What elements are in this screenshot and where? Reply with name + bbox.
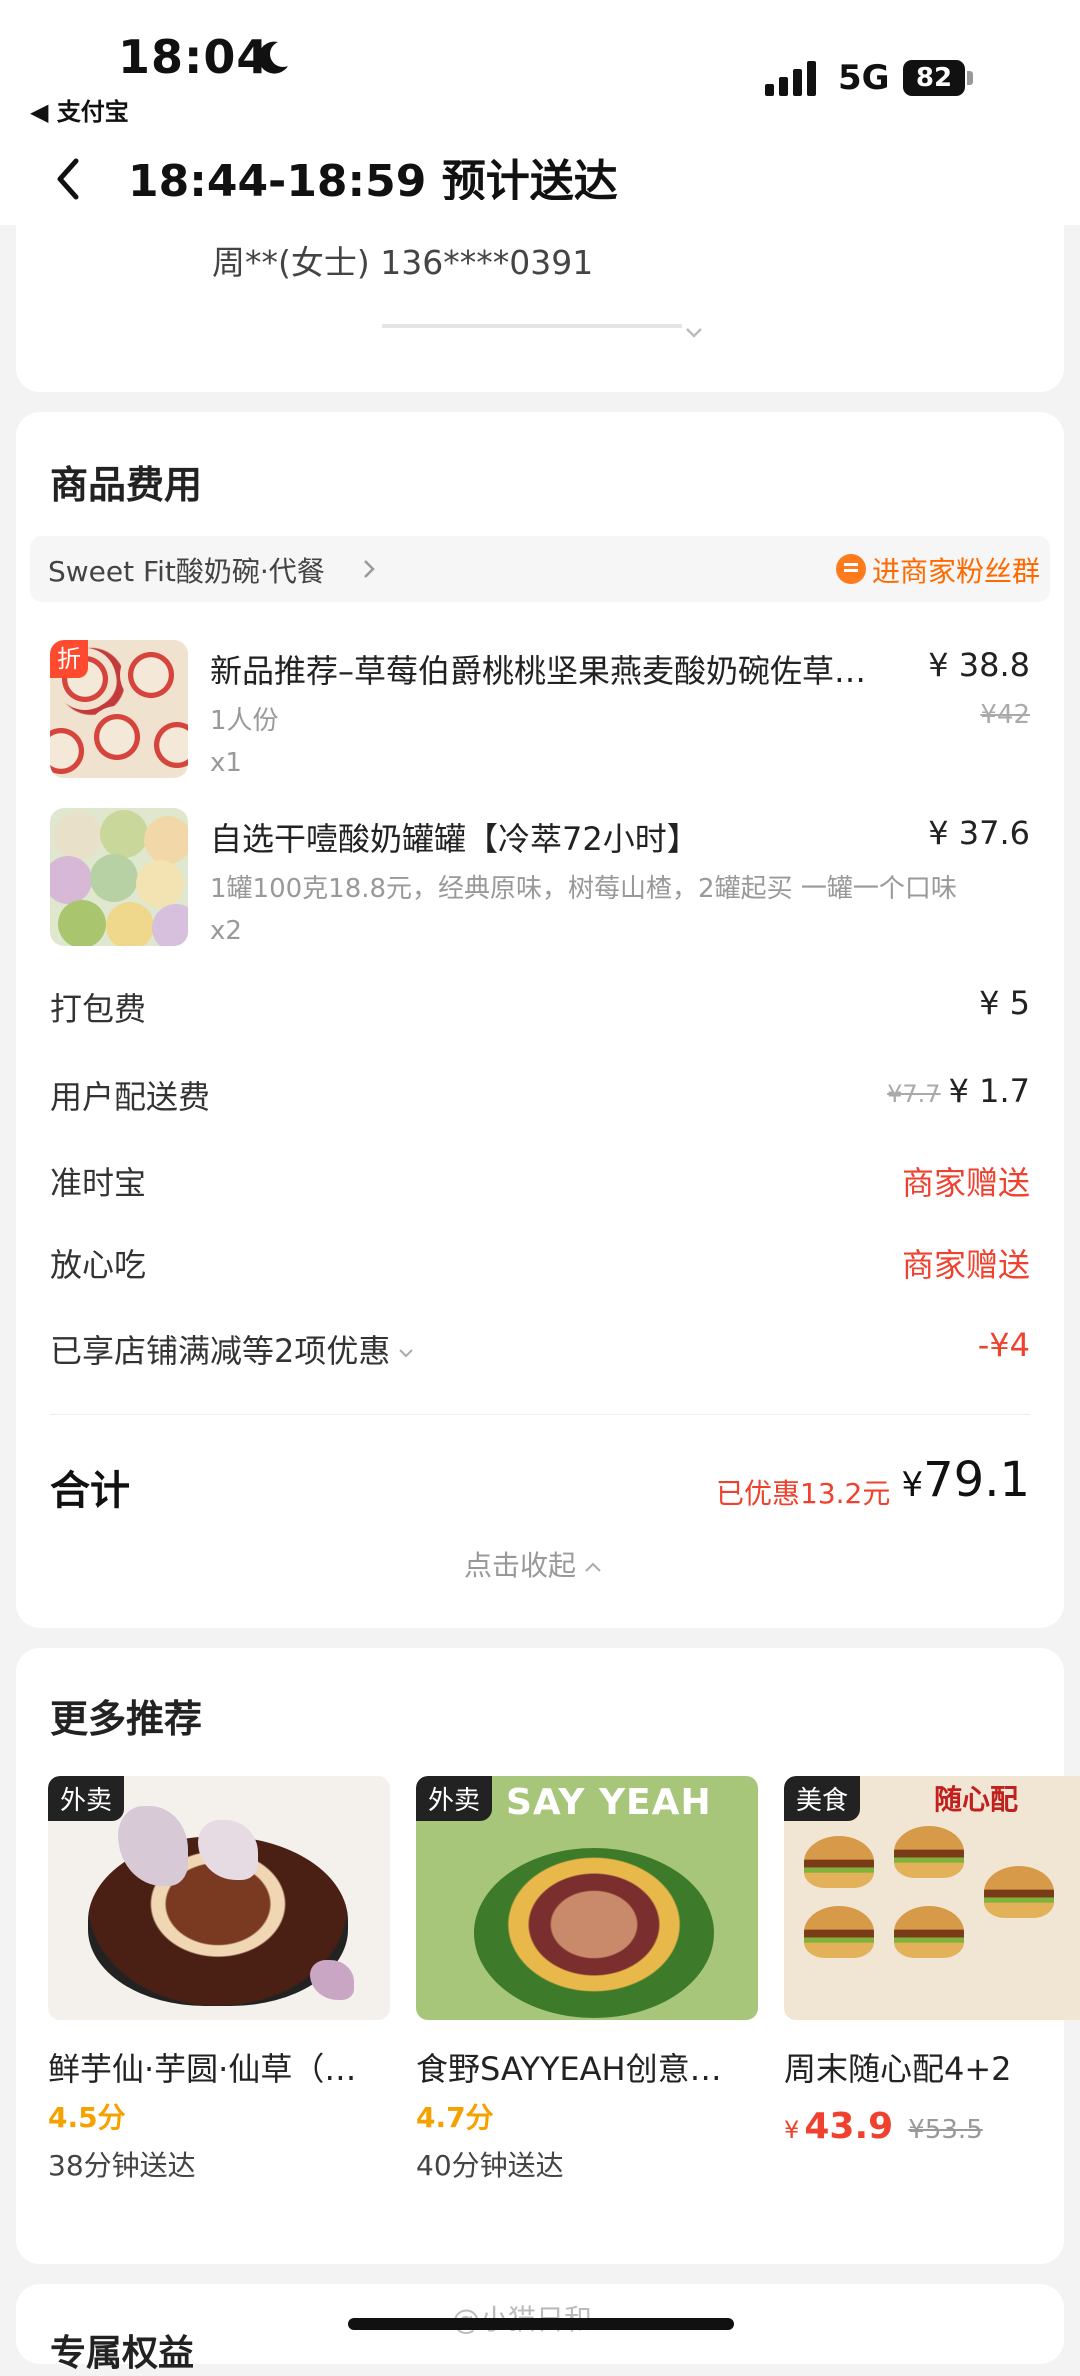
chevron-down-icon[interactable]: [684, 326, 704, 340]
discount-row[interactable]: 已享店铺满减等2项优惠 -¥4: [50, 1326, 1030, 1376]
recommend-tag: 美食: [784, 1776, 861, 1821]
ontime-label: 准时宝: [50, 1164, 147, 1202]
product-image: 折: [50, 640, 188, 778]
item-qty: x2: [210, 916, 242, 946]
shop-name[interactable]: Sweet Fit酸奶碗·代餐: [48, 550, 325, 590]
signal-icon: [765, 61, 816, 96]
recommend-image: SAY YEAH 外卖: [416, 1776, 758, 2020]
home-indicator[interactable]: [348, 2318, 734, 2330]
recommend-name: 周末随心配4+2: [784, 2050, 1012, 2088]
chevron-up-icon: [585, 1562, 601, 1572]
recommend-item[interactable]: 外卖 鲜芋仙·芋圆·仙草（… 4.5分 38分钟送达: [48, 1776, 390, 2196]
item-price: ¥ 38.8: [928, 646, 1030, 684]
item-price: ¥ 37.6: [928, 814, 1030, 852]
chat-icon: [836, 554, 866, 584]
recommend-score: 4.7分: [416, 2101, 494, 2134]
item-original-price: ¥42: [980, 700, 1030, 730]
recommend-price-now: 43.9: [804, 2106, 894, 2147]
packing-fee-row: 打包费 ¥ 5: [50, 984, 1030, 1034]
packing-fee-value: ¥ 5: [979, 984, 1030, 1022]
total-label: 合计: [50, 1468, 130, 1514]
brand-banner-text: SAY YEAH: [506, 1782, 712, 1823]
safe-eat-row[interactable]: 放心吃 商家赠送: [50, 1240, 1030, 1290]
battery-level: 82: [903, 60, 965, 96]
address-redacted: [382, 324, 682, 328]
fan-group-link[interactable]: 进商家粉丝群: [872, 550, 1040, 590]
packing-fee-label: 打包费: [50, 990, 147, 1028]
delivery-fee-label: 用户配送费: [50, 1078, 211, 1116]
delivery-fee-row: 用户配送费 ¥7.7 ¥ 1.7: [50, 1072, 1030, 1122]
fee-section-title: 商品费用: [50, 463, 203, 507]
promo-banner-text: 随心配: [934, 1783, 1019, 1816]
moon-icon: [258, 41, 288, 74]
battery-icon: 82: [903, 60, 973, 96]
network-type: 5G: [838, 58, 890, 98]
discount-tag: 折: [50, 640, 88, 678]
status-bar: 18:04 ◀ 支付宝 5G 82: [0, 0, 1080, 135]
benefits-section-title: 专属权益: [50, 2333, 195, 2374]
recommend-currency: ¥: [784, 2116, 800, 2144]
item-spec: 1人份: [210, 706, 279, 736]
status-time: 18:04: [118, 30, 270, 84]
recommend-section-title: 更多推荐: [50, 1697, 203, 1741]
recommend-name: 食野SAYYEAH创意…: [416, 2050, 722, 2088]
divider: [50, 1414, 1030, 1415]
recommend-image: 外卖: [48, 1776, 390, 2020]
recommend-card: 更多推荐 外卖 鲜芋仙·芋圆·仙草（… 4.5分 38分钟送达 SAY YEAH…: [16, 1648, 1080, 2264]
item-qty: x1: [210, 748, 242, 778]
order-item[interactable]: 折 新品推荐–草莓伯爵桃桃坚果燕麦酸奶碗佐草… 1人份 x1 ¥ 38.8 ¥4…: [16, 640, 1064, 790]
chevron-down-icon: [399, 1349, 414, 1358]
total-price: ¥79.1: [901, 1452, 1030, 1508]
recommend-name: 鲜芋仙·芋圆·仙草（…: [48, 2050, 357, 2088]
order-item[interactable]: 自选干噎酸奶罐罐【冷萃72小时】 1罐100克18.8元，经典原味，树莓山楂，2…: [16, 808, 1064, 958]
ontime-value: 商家赠送: [901, 1164, 1030, 1202]
recommend-score: 4.5分: [48, 2101, 126, 2134]
recommend-tag: 外卖: [48, 1776, 125, 1821]
total-amount: 79.1: [923, 1452, 1030, 1508]
recommend-tag: 外卖: [416, 1776, 493, 1821]
collapse-label: 点击收起: [464, 1549, 577, 1582]
recommend-item[interactable]: 随心配 美食 周末随心配4+2 ¥ 43.9 ¥53.5: [784, 1776, 1080, 2196]
discount-label-wrap[interactable]: 已享店铺满减等2项优惠: [50, 1326, 414, 1372]
recipient-contact: 周**(女士) 136****0391: [212, 243, 594, 282]
safe-eat-value: 商家赠送: [901, 1246, 1030, 1284]
back-to-app-link[interactable]: ◀ 支付宝: [30, 92, 129, 127]
recommend-eta: 38分钟送达: [48, 2149, 196, 2182]
collapse-button[interactable]: 点击收起: [464, 1544, 602, 1584]
delivery-fee-original: ¥7.7: [887, 1080, 941, 1108]
delivery-fee-value: ¥7.7 ¥ 1.7: [887, 1072, 1030, 1110]
discount-value: -¥4: [977, 1326, 1030, 1364]
ontime-row[interactable]: 准时宝 商家赠送: [50, 1158, 1030, 1208]
recommend-price-original: ¥53.5: [908, 2115, 983, 2145]
safe-eat-label: 放心吃: [50, 1246, 147, 1284]
item-name: 自选干噎酸奶罐罐【冷萃72小时】: [210, 820, 699, 858]
recommend-eta: 40分钟送达: [416, 2149, 564, 2182]
item-spec: 1罐100克18.8元，经典原味，树莓山楂，2罐起买 一罐一个口味: [210, 874, 957, 904]
recommend-image: 随心配 美食: [784, 1776, 1080, 2020]
product-image: [50, 808, 188, 946]
recommend-item[interactable]: SAY YEAH 外卖 食野SAYYEAH创意… 4.7分 40分钟送达: [416, 1776, 758, 2196]
recommend-price: ¥ 43.9 ¥53.5: [784, 2106, 983, 2147]
total-discount: 已优惠13.2元: [716, 1477, 891, 1510]
address-card: 周**(女士) 136****0391: [16, 200, 1064, 392]
total-currency: ¥: [901, 1465, 924, 1505]
discount-label: 已享店铺满减等2项优惠: [50, 1332, 391, 1370]
shop-bar[interactable]: Sweet Fit酸奶碗·代餐 进商家粉丝群: [30, 536, 1050, 602]
fee-card: 商品费用 Sweet Fit酸奶碗·代餐 进商家粉丝群 折 新品推荐–草莓伯爵桃…: [16, 412, 1064, 1628]
item-name: 新品推荐–草莓伯爵桃桃坚果燕麦酸奶碗佐草…: [210, 652, 867, 690]
recommend-carousel[interactable]: 外卖 鲜芋仙·芋圆·仙草（… 4.5分 38分钟送达 SAY YEAH 外卖 食…: [48, 1776, 1080, 2196]
delivery-fee-amount: ¥ 1.7: [948, 1072, 1030, 1110]
chevron-right-icon: [364, 560, 375, 578]
